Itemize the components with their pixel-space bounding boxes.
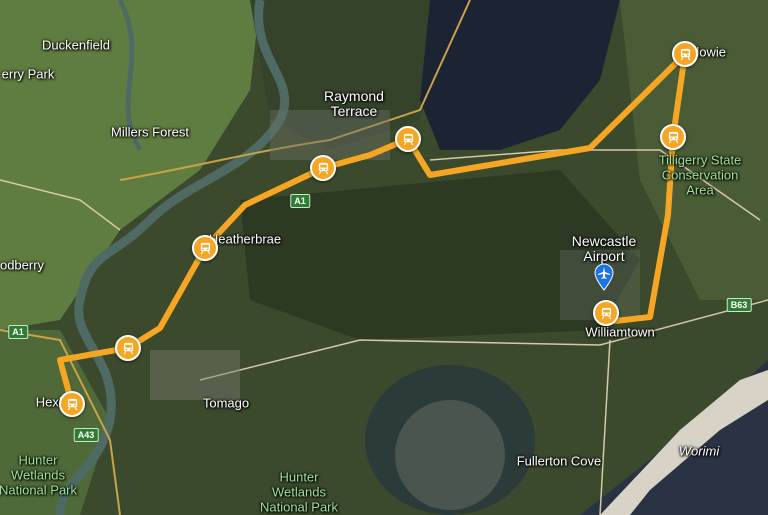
road-shield: A1 <box>8 325 28 339</box>
place-label: odberry <box>0 257 45 273</box>
place-label: erry Park <box>1 66 55 82</box>
road-shield: B63 <box>726 298 752 312</box>
road-shield: A1 <box>290 194 310 208</box>
train-stop-icon[interactable] <box>395 126 421 152</box>
place-label: Worimi <box>678 443 720 459</box>
place-label: Tilligerry State Conservation Area <box>658 152 742 198</box>
place-label: Hunter Wetlands National Park <box>259 469 339 515</box>
airport-pin-icon[interactable] <box>593 263 615 296</box>
place-label: Newcastle Airport <box>571 233 637 264</box>
map-canvas[interactable]: Duckenfield erry Park Millers Forest Ray… <box>0 0 768 515</box>
train-stop-icon[interactable] <box>59 391 85 417</box>
train-stop-icon[interactable] <box>593 300 619 326</box>
train-stop-icon[interactable] <box>672 41 698 67</box>
train-stop-icon[interactable] <box>115 335 141 361</box>
road-shield: A43 <box>73 428 99 442</box>
place-label: Duckenfield <box>42 37 110 53</box>
train-stop-icon[interactable] <box>660 124 686 150</box>
satellite-basemap <box>0 0 768 515</box>
place-label: Millers Forest <box>110 124 190 140</box>
place-label: Williamtown <box>585 324 655 340</box>
train-stop-icon[interactable] <box>192 235 218 261</box>
place-label: Raymond Terrace <box>324 88 384 119</box>
train-stop-icon[interactable] <box>310 155 336 181</box>
place-label: Hunter Wetlands National Park <box>0 452 78 498</box>
place-label: Tomago <box>202 395 250 411</box>
place-label: Heatherbrae <box>208 231 282 247</box>
place-label: Fullerton Cove <box>516 453 602 469</box>
